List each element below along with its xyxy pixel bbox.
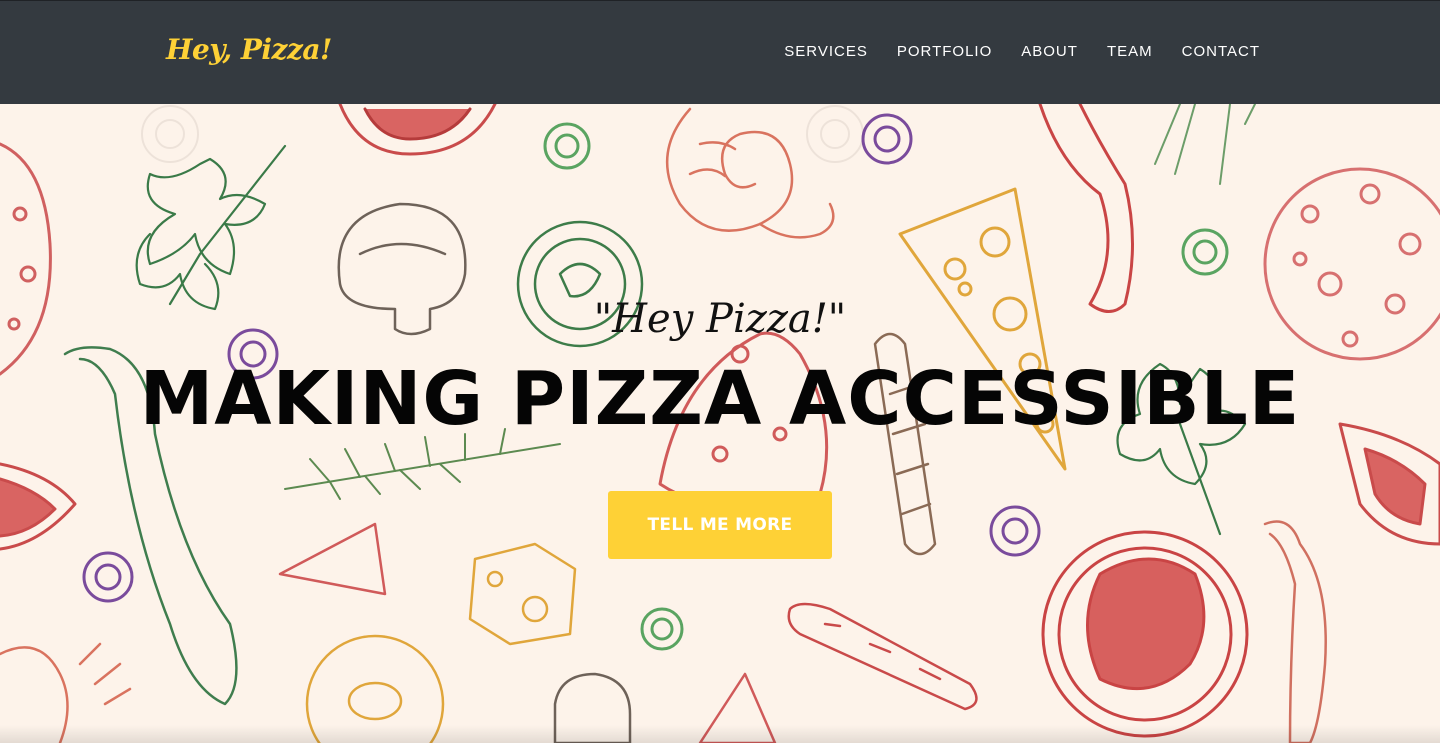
nav-link-contact[interactable]: CONTACT (1182, 43, 1260, 60)
page: Hey, Pizza! SERVICES PORTFOLIO ABOUT TEA… (0, 0, 1440, 743)
nav-link-portfolio[interactable]: PORTFOLIO (897, 43, 992, 60)
hero-subheading: "Hey Pizza!" (593, 296, 847, 342)
nav-item-services: SERVICES (784, 43, 868, 61)
tell-me-more-button[interactable]: TELL ME MORE (608, 491, 832, 559)
nav-item-contact: CONTACT (1182, 43, 1260, 61)
hero-bottom-shadow (0, 725, 1440, 743)
hero-content: "Hey Pizza!" MAKING PIZZA ACCESSIBLE TEL… (0, 104, 1440, 743)
nav-item-team: TEAM (1107, 43, 1153, 61)
nav-link-about[interactable]: ABOUT (1021, 43, 1078, 60)
nav-item-portfolio: PORTFOLIO (897, 43, 992, 61)
nav-link-services[interactable]: SERVICES (784, 43, 868, 60)
nav-item-about: ABOUT (1021, 43, 1078, 61)
nav-menu: SERVICES PORTFOLIO ABOUT TEAM CONTACT (755, 43, 1260, 61)
navbar: Hey, Pizza! SERVICES PORTFOLIO ABOUT TEA… (0, 0, 1440, 104)
hero-heading: MAKING PIZZA ACCESSIBLE (139, 356, 1301, 442)
nav-link-team[interactable]: TEAM (1107, 43, 1153, 60)
hero-section: "Hey Pizza!" MAKING PIZZA ACCESSIBLE TEL… (0, 104, 1440, 743)
brand-logo-link[interactable]: Hey, Pizza! (166, 33, 332, 66)
